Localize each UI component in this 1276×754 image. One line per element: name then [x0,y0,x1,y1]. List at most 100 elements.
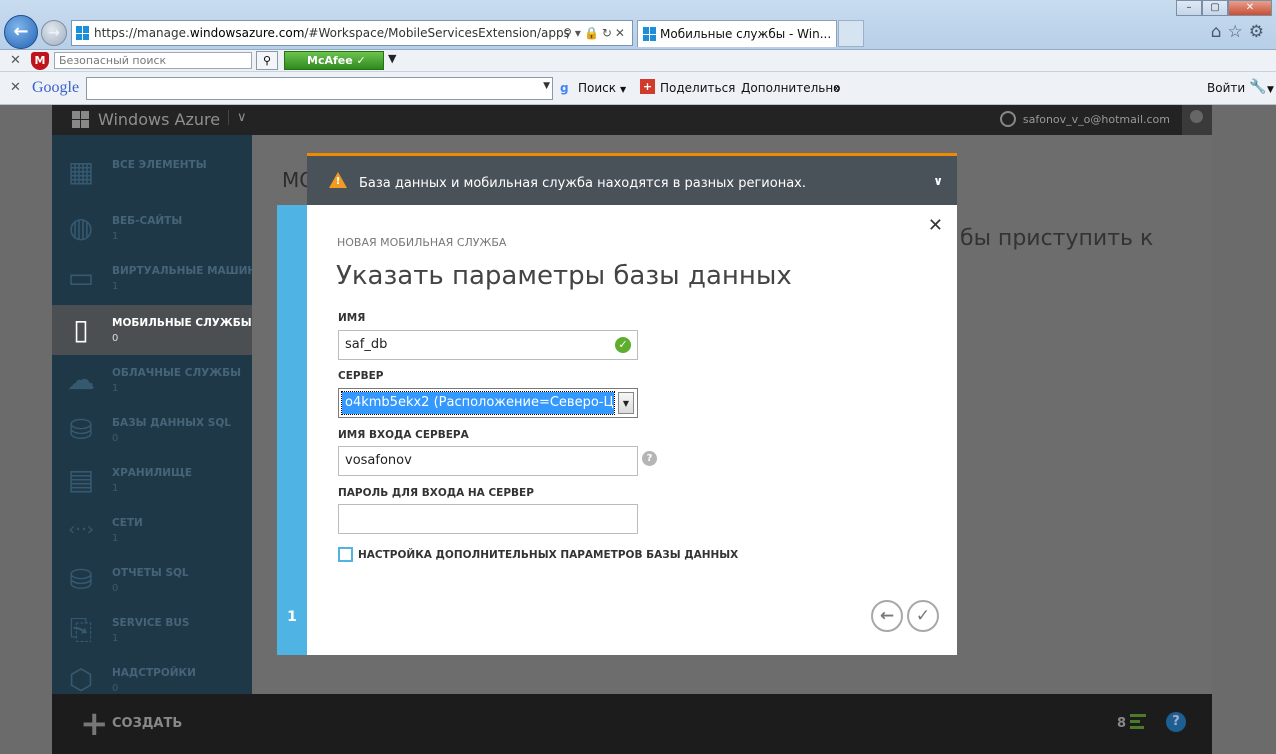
close-icon[interactable]: ✕ [928,215,943,236]
help-icon[interactable]: ? [642,451,657,466]
warning-text: База данных и мобильная служба находятся… [359,176,806,191]
share-button[interactable]: Поделиться [660,81,735,95]
nav-networks[interactable]: ‹··› СЕТИ 1 [52,505,252,555]
windows-logo-icon [76,26,90,40]
minimize-button[interactable]: – [1176,0,1202,16]
nav-label: ВЕБ-САЙТЫ [112,215,183,227]
browser-right-icons[interactable]: ⌂☆⚙ [1211,22,1270,42]
browser-titlebar: ← → https://manage.windowsazure.com/#Wor… [0,0,1276,50]
close-toolbar-icon[interactable]: ✕ [10,53,21,68]
mcafee-button[interactable]: McAfee ✓ [284,51,384,70]
help-icon[interactable]: ? [1166,712,1186,732]
browser-tab[interactable]: Мобильные службы - Win... [637,20,837,47]
login-button[interactable]: Войти [1207,81,1245,95]
password-field[interactable] [338,504,638,534]
name-field[interactable]: saf_db ✓ [338,330,638,360]
address-actions[interactable]: ⚲▾🔒↻✕ [563,21,628,45]
server-label: СЕРВЕР [338,370,384,382]
nav-label: БАЗЫ ДАННЫХ SQL [112,417,231,429]
nav-sql-databases[interactable]: ⛁ БАЗЫ ДАННЫХ SQL 0 [52,405,252,455]
forward-button[interactable]: → [41,20,67,46]
chevron-down-icon[interactable]: ▼ [543,81,550,91]
finish-check-button[interactable]: ✓ [907,600,939,632]
mcafee-shield-icon[interactable]: M [31,52,49,70]
favorites-icon[interactable]: ☆ [1228,22,1249,42]
login-label: ИМЯ ВХОДА СЕРВЕРА [338,429,469,441]
plus-icon[interactable]: + [80,707,109,741]
name-value: saf_db [345,337,388,352]
nav-all-items[interactable]: ▦ ВСЕ ЭЛЕМЕНТЫ [52,147,252,197]
back-arrow-button[interactable]: ← [871,600,903,632]
window-controls: – ▢ ✕ [1176,0,1272,16]
chevron-down-icon[interactable]: ▼ [1267,85,1274,95]
close-toolbar-icon[interactable]: ✕ [10,80,21,95]
google-g-icon: g [560,81,569,95]
url-prefix: https://manage. [94,26,190,40]
nav-label: ВИРТУАЛЬНЫЕ МАШИНЫ [112,265,268,277]
page-margin-right [1212,105,1276,754]
new-tab-button[interactable] [838,20,864,47]
nav-label: ОТЧЕТЫ SQL [112,567,189,579]
nav-sql-reports[interactable]: ⛁ ОТЧЕТЫ SQL 0 [52,555,252,605]
warning-banner[interactable]: ! База данных и мобильная служба находят… [307,153,957,205]
nav-service-bus[interactable]: ⎘ SERVICE BUS 1 [52,605,252,655]
nav-count: 1 [112,483,119,494]
nav-count: 0 [112,433,119,444]
nav-count: 0 [112,333,119,344]
create-button[interactable]: СОЗДАТЬ [112,716,182,731]
table-icon: ▤ [67,463,95,496]
network-icon: ‹··› [68,519,94,540]
dialog-title: Указать параметры базы данных [336,261,792,291]
close-window-button[interactable]: ✕ [1228,0,1272,16]
safe-search-input[interactable]: Безопасный поиск [54,52,252,69]
step-number: 1 [287,609,297,625]
google-search-input[interactable]: ▼ [86,77,553,100]
settings-gear-icon[interactable]: ⚙ [1249,22,1270,42]
search-icon[interactable]: ⚲ [256,51,278,70]
phone-icon: ▯ [73,313,89,346]
address-bar[interactable]: https://manage.windowsazure.com/#Workspa… [71,20,633,46]
dialog-subtitle: НОВАЯ МОБИЛЬНАЯ СЛУЖБА [337,236,507,249]
advanced-settings-checkbox[interactable] [338,547,353,562]
avatar[interactable] [1182,105,1212,135]
back-button[interactable]: ← [4,15,38,49]
globe-icon[interactable] [1000,111,1016,127]
progress-list-icon[interactable] [1130,714,1146,732]
more-button[interactable]: Дополнительно [741,81,841,95]
google-search-button[interactable]: Поиск [578,81,616,95]
nav-count: 0 [112,683,119,694]
chevron-down-icon[interactable]: ∨ [933,174,943,188]
nav-addons[interactable]: ⬡ НАДСТРОЙКИ 0 [52,655,252,695]
server-select[interactable]: o4kmb5ekx2 (Расположение=Северо-Централь… [338,388,638,418]
nav-mobile-services[interactable]: ▯ МОБИЛЬНЫЕ СЛУЖБЫ 0 [52,305,252,355]
nav-count: 1 [112,533,119,544]
nav-virtual-machines[interactable]: ▭ ВИРТУАЛЬНЫЕ МАШИНЫ 1 [52,253,267,303]
maximize-button[interactable]: ▢ [1202,0,1228,16]
chevron-down-icon[interactable]: ▼ [618,392,634,414]
chevron-down-icon[interactable]: ▼ [620,85,626,94]
login-field[interactable]: vosafonov [338,446,638,476]
progress-count[interactable]: 8 [1117,716,1126,731]
mcafee-dropdown-icon[interactable]: ▼ [388,52,396,65]
portal-title[interactable]: Windows Azure [98,110,220,129]
chevron-down-icon[interactable]: ∨ [228,110,247,125]
url-path: /#Workspace/MobileServicesExtension/apps [304,26,570,40]
nav-label: SERVICE BUS [112,617,190,629]
page-margin-left [0,105,52,754]
advanced-settings-label[interactable]: НАСТРОЙКА ДОПОЛНИТЕЛЬНЫХ ПАРАМЕТРОВ БАЗЫ… [358,549,738,561]
wrench-icon[interactable]: 🔧 [1249,79,1266,95]
name-label: ИМЯ [338,312,366,324]
home-icon[interactable]: ⌂ [1211,22,1228,42]
addons-icon: ⬡ [68,663,94,695]
server-selected-value: o4kmb5ekx2 (Расположение=Северо-Централь… [341,391,615,415]
double-chevron-icon: » [833,81,841,95]
nav-count: 0 [112,583,119,594]
check-icon: ✓ [615,337,631,353]
nav-cloud-services[interactable]: ☁ ОБЛАЧНЫЕ СЛУЖБЫ 1 [52,355,252,405]
windows-logo-icon [72,111,89,128]
user-email[interactable]: safonov_v_o@hotmail.com [1023,113,1170,126]
nav-storage[interactable]: ▤ ХРАНИЛИЩЕ 1 [52,455,252,505]
report-icon: ⛁ [69,563,93,596]
nav-websites[interactable]: ◍ ВЕБ-САЙТЫ 1 [52,203,252,253]
new-mobile-service-dialog: 1 ✕ НОВАЯ МОБИЛЬНАЯ СЛУЖБА Указать парам… [277,205,957,655]
